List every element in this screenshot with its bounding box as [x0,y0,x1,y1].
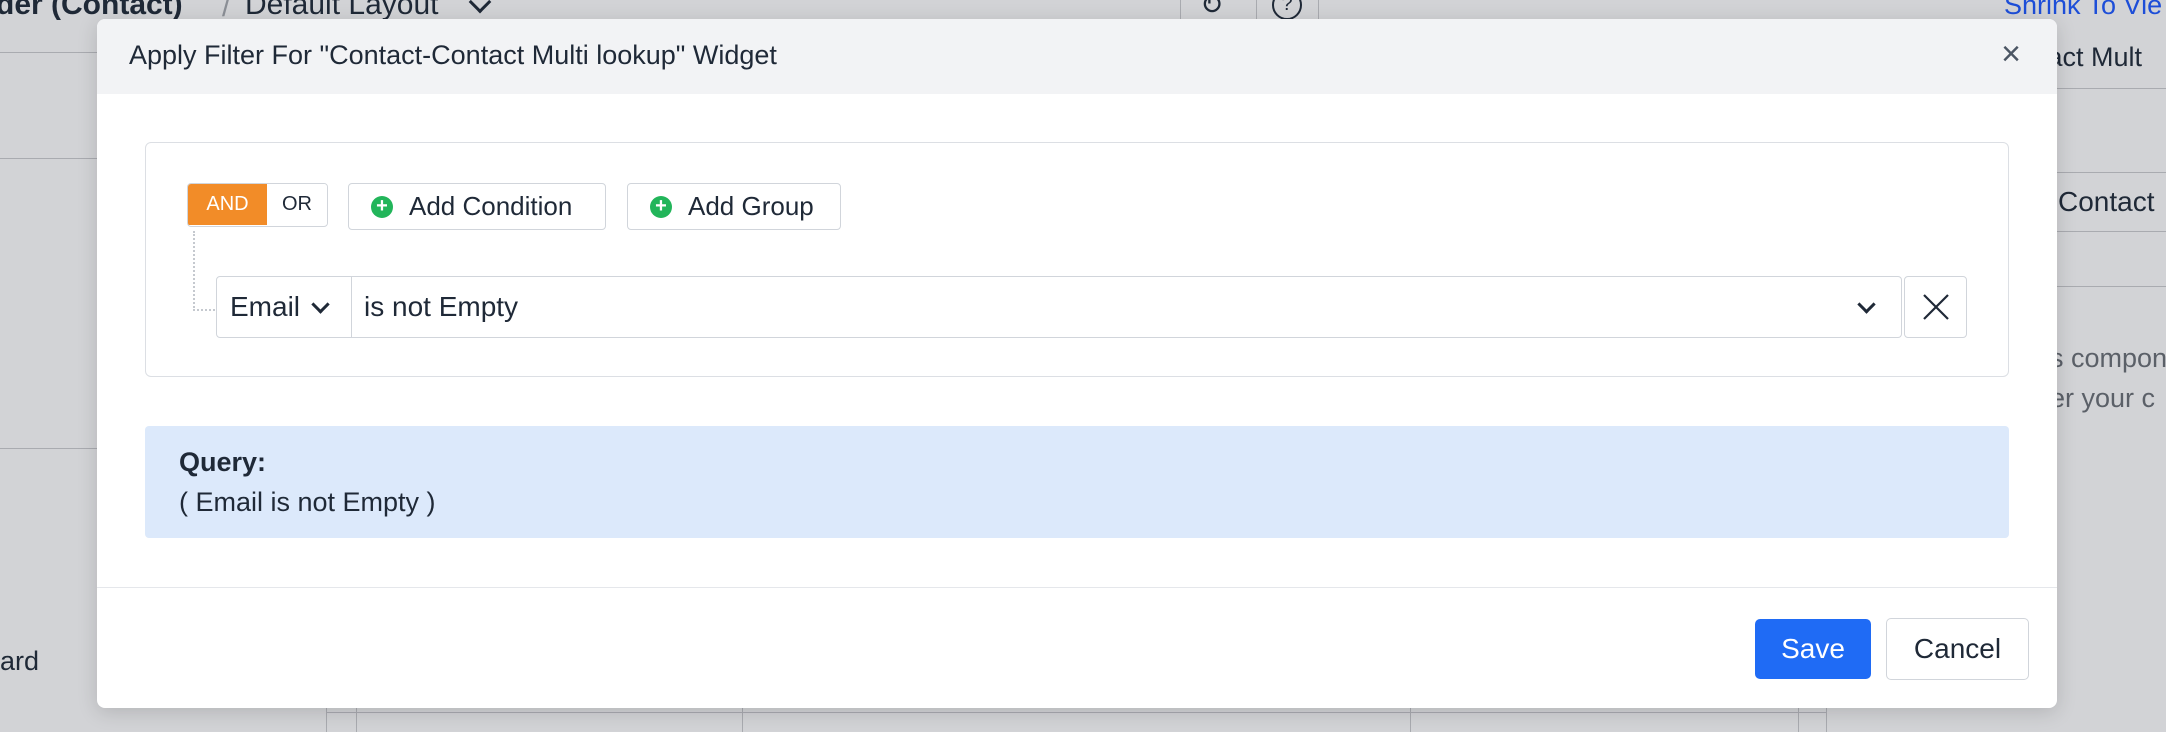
query-preview: Query: ( Email is not Empty ) [145,426,2009,538]
divider [0,158,100,159]
filter-modal: Apply Filter For "Contact-Contact Multi … [97,19,2057,708]
add-group-button[interactable]: + Add Group [627,183,841,230]
left-panel-text: ard [0,646,40,676]
right-panel-contact-label: Contact [2058,186,2155,217]
query-label: Query: [179,447,267,477]
modal-footer-divider [97,587,2057,588]
field-select-value: Email [230,291,301,322]
chevron-down-icon [311,294,330,314]
or-toggle-button[interactable]: OR [267,184,327,225]
tree-connector [193,309,215,311]
modal-header: Apply Filter For "Contact-Contact Multi … [97,19,2057,94]
operator-select-value: is not Empty [364,291,519,322]
add-group-label: Add Group [688,191,814,221]
field-select[interactable]: Email [216,276,352,338]
close-icon [1923,294,1949,320]
divider [2040,286,2166,287]
tree-connector [193,231,195,311]
logic-toggle: AND OR [187,183,328,227]
query-text: ( Email is not Empty ) [179,487,436,517]
add-condition-label: Add Condition [409,191,573,221]
and-toggle-button[interactable]: AND [188,184,267,225]
divider [0,448,100,449]
filter-builder: AND OR + Add Condition + Add Group Email… [145,142,2009,377]
modal-title: Apply Filter For "Contact-Contact Multi … [129,40,777,70]
remove-condition-button[interactable] [1904,276,1967,338]
close-icon[interactable]: × [1995,37,2027,71]
chevron-down-icon [468,0,492,14]
add-condition-button[interactable]: + Add Condition [348,183,606,230]
description-line: s compon [2050,343,2166,373]
refresh-icon[interactable]: ↻ [1200,0,1223,21]
cancel-button[interactable]: Cancel [1886,618,2029,680]
condition-row: Email is not Empty [216,276,1967,338]
divider [326,712,1826,713]
right-panel-description: s compon er your c [2050,338,2166,418]
plus-circle-icon: + [650,195,672,218]
left-panel [0,52,100,732]
plus-circle-icon: + [371,195,393,218]
operator-select[interactable]: is not Empty [352,276,1902,338]
chevron-down-icon [1857,295,1876,314]
save-button[interactable]: Save [1755,619,1871,679]
description-line: er your c [2050,383,2156,413]
divider [2040,88,2166,89]
